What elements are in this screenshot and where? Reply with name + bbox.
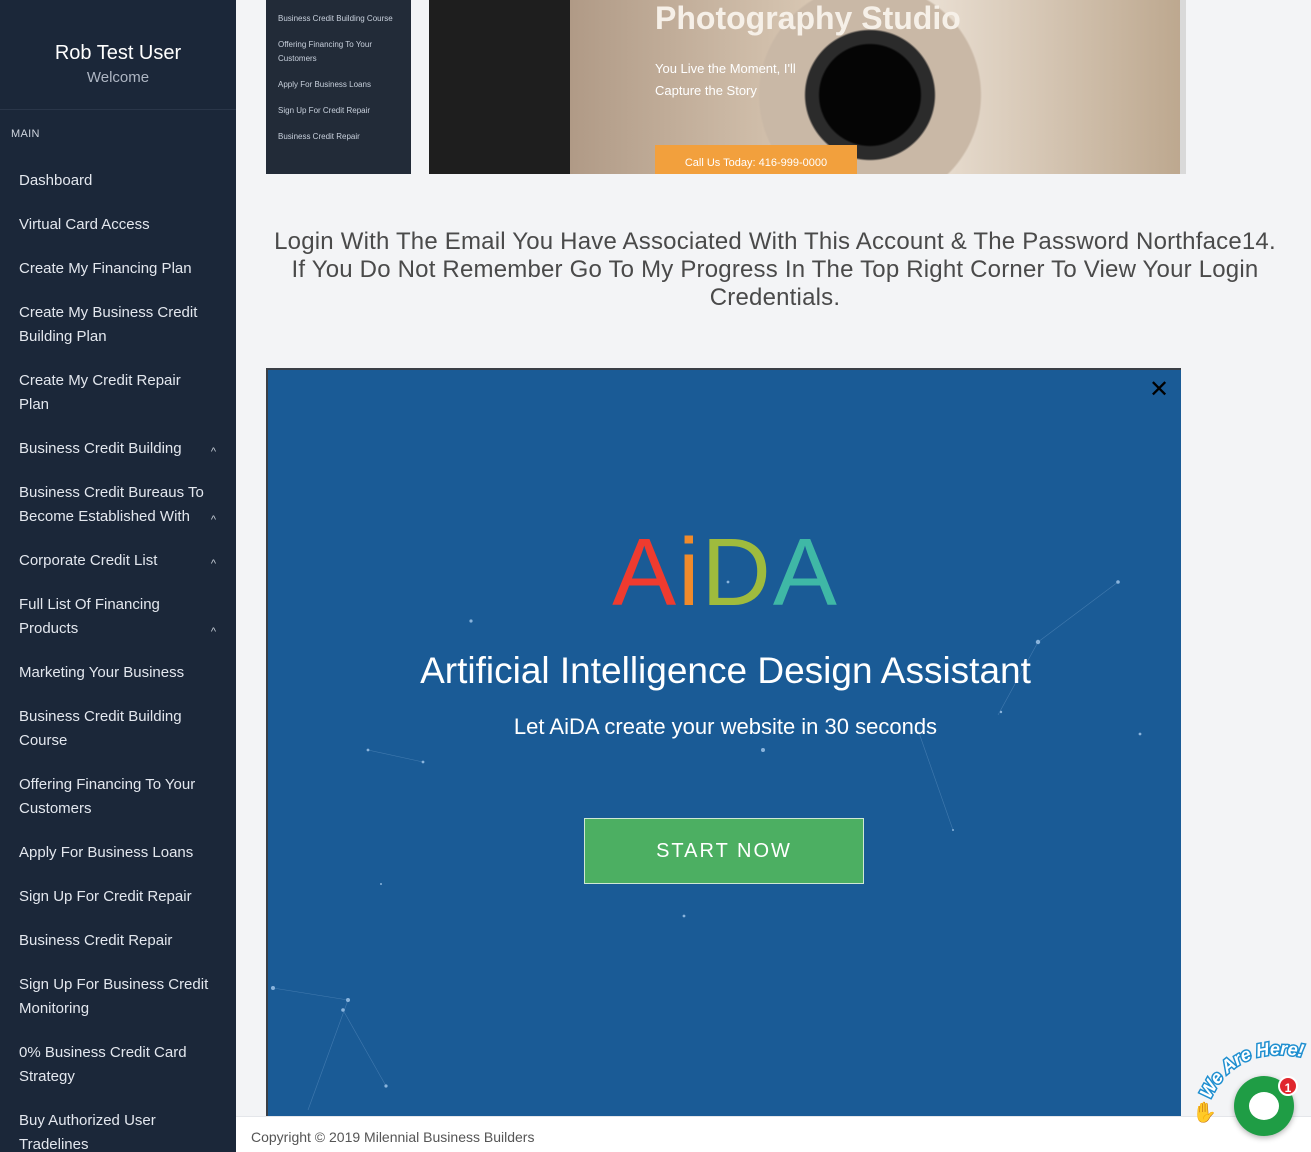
copyright-text: Copyright © 2019 Milennial Business Buil…	[251, 1129, 535, 1145]
preview-menu-item: Apply For Business Loans	[278, 80, 371, 89]
welcome-text: Welcome	[86, 69, 150, 86]
sidebar-item-label: Apply For Business Loans	[19, 844, 194, 861]
preview-menu-item: Business Credit Repair	[278, 132, 360, 141]
sidebar-item-label: Virtual Card Access	[19, 216, 150, 233]
sidebar-item[interactable]: Virtual Card Access	[0, 202, 236, 246]
chevron-up-icon[interactable]: ^	[211, 514, 216, 526]
preview-menu-item: Business Credit Building Course	[278, 14, 393, 23]
preview-side-menu: Business Credit Building Course Offering …	[266, 0, 411, 174]
sidebar-item-label: Business Credit Bureaus To Become Establ…	[19, 484, 204, 525]
sidebar-item-label: Sign Up For Business Credit Monitoring	[19, 976, 209, 1017]
sidebar-item[interactable]: Create My Financing Plan	[0, 246, 236, 290]
sidebar-item-label: Business Credit Building	[19, 440, 182, 457]
preview-title: Photography Studio	[655, 0, 961, 36]
chat-unread-count: 1	[1278, 1076, 1298, 1096]
section-label-main: MAIN	[11, 128, 40, 140]
footer: Copyright © 2019 Milennial Business Buil…	[236, 1116, 1311, 1152]
sidebar-item[interactable]: Business Credit Building Course	[0, 694, 236, 762]
sidebar-item-label: Corporate Credit List	[19, 552, 158, 569]
sidebar-item[interactable]: Create My Credit Repair Plan	[0, 358, 236, 426]
sidebar-item[interactable]: Dashboard	[0, 158, 236, 202]
start-now-button[interactable]: START NOW	[584, 818, 864, 884]
preview-menu-item: Sign Up For Credit Repair	[278, 106, 371, 115]
sidebar-item-label: Create My Financing Plan	[19, 260, 192, 277]
sidebar-menu: Dashboard Virtual Card Access Create My Fi…	[0, 158, 236, 1152]
sidebar: Rob Test User Welcome MAIN Dashboard Virt…	[0, 0, 236, 1152]
sidebar-item-label: Create My Credit Repair Plan	[19, 372, 181, 413]
website-preview-image: Business Credit Building Course Offering …	[266, 0, 1284, 174]
preview-subtitle: You Live the Moment, I'll Capture the St…	[655, 61, 796, 98]
popup-subtitle: Let AiDA create your website in 30 secon…	[513, 714, 938, 739]
user-name: Rob Test User	[54, 42, 182, 64]
logo-letter-i: i	[678, 519, 702, 626]
sidebar-item[interactable]: 0% Business Credit Card Strategy	[0, 1030, 236, 1098]
preview-gap	[411, 0, 429, 174]
aida-logo: AiDA	[268, 525, 1181, 621]
sidebar-item[interactable]: Buy Authorized User Tradelines	[0, 1098, 236, 1152]
chat-bubble-icon	[1249, 1092, 1279, 1120]
sidebar-item-label: Buy Authorized User Tradelines	[19, 1112, 156, 1152]
sidebar-item-label: Business Credit Building Course	[19, 708, 182, 749]
sidebar-item[interactable]: Sign Up For Credit Repair	[0, 874, 236, 918]
constellation-background	[271, 580, 1142, 1111]
waving-hand-icon: ✋	[1192, 1102, 1217, 1124]
logo-letter-a: A	[612, 519, 679, 626]
sidebar-item-label: 0% Business Credit Card Strategy	[19, 1044, 187, 1085]
user-profile: Rob Test User Welcome	[0, 0, 236, 110]
preview-dark-panel	[429, 0, 570, 174]
sidebar-item-label: Sign Up For Credit Repair	[19, 888, 192, 905]
preview-cta-button: Call Us Today: 416-999-0000	[655, 145, 857, 174]
sidebar-item-label: Create My Business Credit Building Plan	[19, 304, 198, 345]
chevron-up-icon[interactable]: ^	[211, 558, 216, 570]
sidebar-item-label: Offering Financing To Your Customers	[19, 776, 196, 817]
preview-menu-item: Offering Financing To Your Customers	[278, 40, 372, 63]
sidebar-item[interactable]: Full List Of Financing Products ^	[0, 582, 236, 650]
preview-right-panel	[1180, 0, 1284, 174]
chevron-up-icon[interactable]: ^	[211, 446, 216, 458]
login-notice: Login With The Email You Have Associated…	[274, 228, 1276, 311]
logo-letter-d: D	[701, 519, 773, 626]
aida-popup: ✕ AiDA Artificial Intelligence Design As…	[266, 368, 1181, 1116]
sidebar-item[interactable]: Corporate Credit List ^	[0, 538, 236, 582]
sidebar-item-label: Full List Of Financing Products	[19, 596, 160, 637]
sidebar-item[interactable]: Offering Financing To Your Customers	[0, 762, 236, 830]
close-icon[interactable]: ✕	[1147, 378, 1171, 402]
main-content: Business Credit Building Course Offering …	[236, 0, 1311, 1116]
logo-letter-a2: A	[772, 519, 839, 626]
sidebar-item[interactable]: Apply For Business Loans	[0, 830, 236, 874]
sidebar-item[interactable]: Create My Business Credit Building Plan	[0, 290, 236, 358]
popup-title: Artificial Intelligence Design Assistant	[420, 650, 1031, 691]
camera-photo: Photography Studio You Live the Moment, …	[570, 0, 1180, 174]
sidebar-item[interactable]: Sign Up For Business Credit Monitoring	[0, 962, 236, 1030]
sidebar-item[interactable]: Business Credit Repair	[0, 918, 236, 962]
sidebar-item[interactable]: Marketing Your Business	[0, 650, 236, 694]
sidebar-item-label: Marketing Your Business	[19, 664, 185, 681]
sidebar-item[interactable]: Business Credit Bureaus To Become Establ…	[0, 470, 236, 538]
sidebar-item-label: Business Credit Repair	[19, 932, 173, 949]
chevron-up-icon[interactable]: ^	[211, 626, 216, 638]
sidebar-item[interactable]: Business Credit Building ^	[0, 426, 236, 470]
sidebar-item-label: Dashboard	[19, 172, 93, 189]
